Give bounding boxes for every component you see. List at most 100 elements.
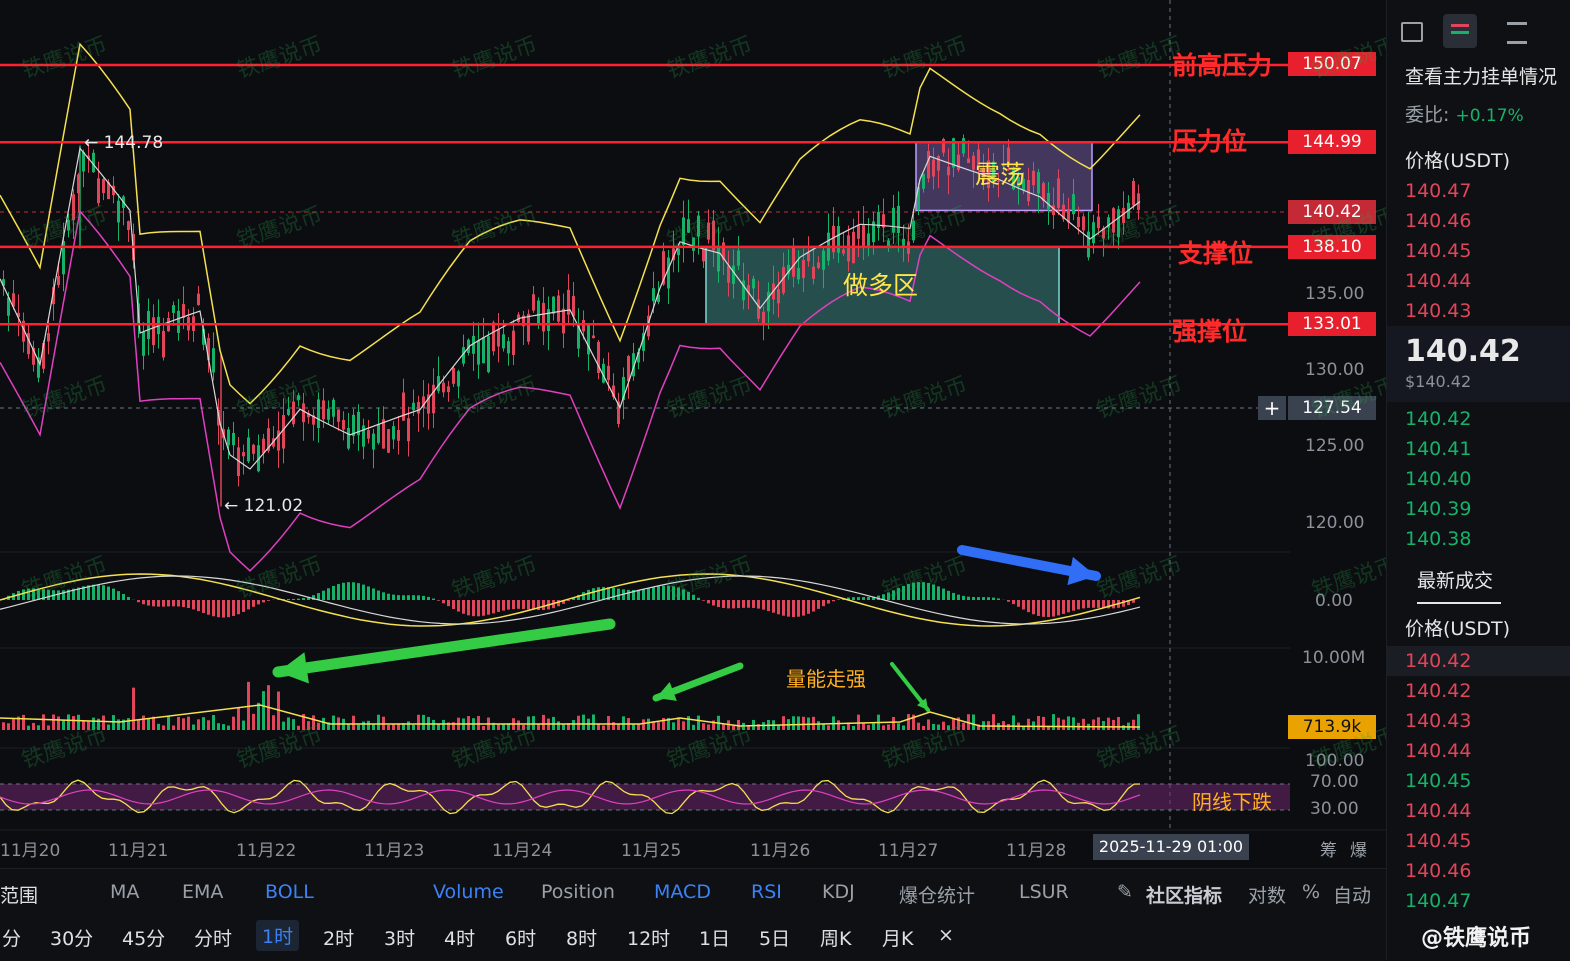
candle-body: [932, 159, 935, 176]
range-dropdown[interactable]: 范围: [0, 881, 38, 908]
volume-bar: [262, 691, 265, 730]
interval-timeshare[interactable]: 分时: [194, 924, 232, 951]
list-view-icon[interactable]: [1507, 22, 1527, 44]
interval-week[interactable]: 周K: [820, 924, 851, 951]
volume-bar: [622, 716, 625, 730]
macd-bar: [482, 600, 485, 616]
indicator-kdj[interactable]: KDJ: [822, 881, 855, 903]
ask-price[interactable]: 140.44: [1405, 270, 1471, 292]
tab-latest-trades[interactable]: 最新成交: [1417, 566, 1493, 593]
macd-bar: [452, 600, 455, 609]
interval-12h[interactable]: 12时: [627, 924, 670, 951]
liquidation-toggle[interactable]: 爆: [1350, 836, 1367, 861]
volume-bar: [7, 723, 10, 730]
volume-bar: [322, 718, 325, 730]
edit-icon[interactable]: ✎: [1117, 881, 1133, 903]
volume-bar: [47, 725, 50, 730]
candle-body: [302, 403, 305, 422]
candle-body: [792, 246, 795, 277]
interval-1d[interactable]: 1日: [699, 924, 730, 951]
indicator-rsi[interactable]: RSI: [751, 881, 782, 903]
volume-bar: [657, 722, 660, 730]
crosshair-time-tag: 2025-11-29 01:00: [1093, 834, 1249, 860]
chip-toggle[interactable]: 筹: [1320, 836, 1337, 861]
candle-body: [752, 279, 755, 289]
macd-bar: [292, 599, 295, 600]
bid-price[interactable]: 140.39: [1405, 498, 1471, 520]
volume-bar: [817, 721, 820, 730]
macd-bar: [817, 600, 820, 609]
auto-scale-toggle[interactable]: 自动: [1333, 881, 1371, 908]
candle-body: [1072, 194, 1075, 214]
indicator-lsur[interactable]: LSUR: [1019, 881, 1069, 903]
add-alert-icon[interactable]: +: [1258, 396, 1286, 420]
volume-bar: [972, 714, 975, 730]
ask-price[interactable]: 140.47: [1405, 180, 1471, 202]
indicator-boll[interactable]: BOLL: [265, 881, 314, 903]
price-header: 价格(USDT): [1405, 146, 1510, 173]
indicator-macd[interactable]: MACD: [654, 881, 711, 903]
volume-bar: [12, 718, 15, 730]
candle-body: [117, 201, 120, 223]
ask-price[interactable]: 140.46: [1405, 210, 1471, 232]
candle-body: [737, 251, 740, 266]
volume-bar: [482, 726, 485, 730]
interval-45m[interactable]: 45分: [122, 924, 165, 951]
bid-price[interactable]: 140.42: [1405, 408, 1471, 430]
macd-bar: [302, 598, 305, 600]
close-icon[interactable]: ×: [938, 924, 954, 946]
indicator-liquidation[interactable]: 爆仓统计: [899, 881, 975, 908]
interval-min[interactable]: 分: [2, 924, 21, 951]
candle-body: [127, 221, 130, 230]
interval-8h[interactable]: 8时: [566, 924, 597, 951]
macd-bar: [152, 600, 155, 606]
interval-4h[interactable]: 4时: [444, 924, 475, 951]
candle-body: [727, 266, 730, 283]
macd-bar: [267, 600, 270, 601]
bid-price[interactable]: 140.41: [1405, 438, 1471, 460]
candle-body: [837, 226, 840, 253]
interval-30m[interactable]: 30分: [50, 924, 93, 951]
candle-body: [392, 426, 395, 439]
macd-bar: [502, 600, 505, 611]
indicator-ma[interactable]: MA: [110, 881, 139, 903]
volume-bar: [792, 716, 795, 730]
indicator-ema[interactable]: EMA: [182, 881, 223, 903]
bid-price[interactable]: 140.40: [1405, 468, 1471, 490]
candle-body: [1132, 181, 1135, 206]
interval-1h[interactable]: 1时: [256, 920, 299, 951]
window-icon[interactable]: [1401, 22, 1423, 42]
macd-bar: [867, 597, 870, 600]
macd-bar: [962, 596, 965, 600]
community-indicators[interactable]: 社区指标: [1146, 881, 1222, 908]
volume-bar: [907, 714, 910, 730]
candle-body: [212, 348, 215, 372]
macd-bar: [627, 590, 630, 600]
candle-body: [592, 336, 595, 339]
indicator-position[interactable]: Position: [541, 881, 615, 903]
ask-price[interactable]: 140.45: [1405, 240, 1471, 262]
macd-bar: [472, 600, 475, 616]
macd-bar: [707, 600, 710, 603]
tab-indicator: [1417, 602, 1501, 604]
interval-3h[interactable]: 3时: [384, 924, 415, 951]
volume-bar: [602, 726, 605, 730]
bid-price[interactable]: 140.38: [1405, 528, 1471, 550]
interval-6h[interactable]: 6时: [505, 924, 536, 951]
interval-month[interactable]: 月K: [882, 924, 913, 951]
log-scale-toggle[interactable]: 对数: [1248, 881, 1286, 908]
panel-title[interactable]: 查看主力挂单情况: [1405, 62, 1557, 89]
interval-5d[interactable]: 5日: [759, 924, 790, 951]
candle-body: [822, 251, 825, 270]
ask-price[interactable]: 140.43: [1405, 300, 1471, 322]
interval-2h[interactable]: 2时: [323, 924, 354, 951]
trade-price: 140.44: [1405, 800, 1471, 822]
orderbook-view-icon[interactable]: [1443, 14, 1477, 48]
indicator-volume[interactable]: Volume: [433, 881, 504, 903]
candle-body: [337, 409, 340, 421]
percent-scale-toggle[interactable]: %: [1302, 881, 1320, 903]
candle-body: [262, 439, 265, 453]
macd-bar: [507, 600, 510, 610]
candle-body: [1047, 193, 1050, 209]
macd-bar: [957, 595, 960, 600]
